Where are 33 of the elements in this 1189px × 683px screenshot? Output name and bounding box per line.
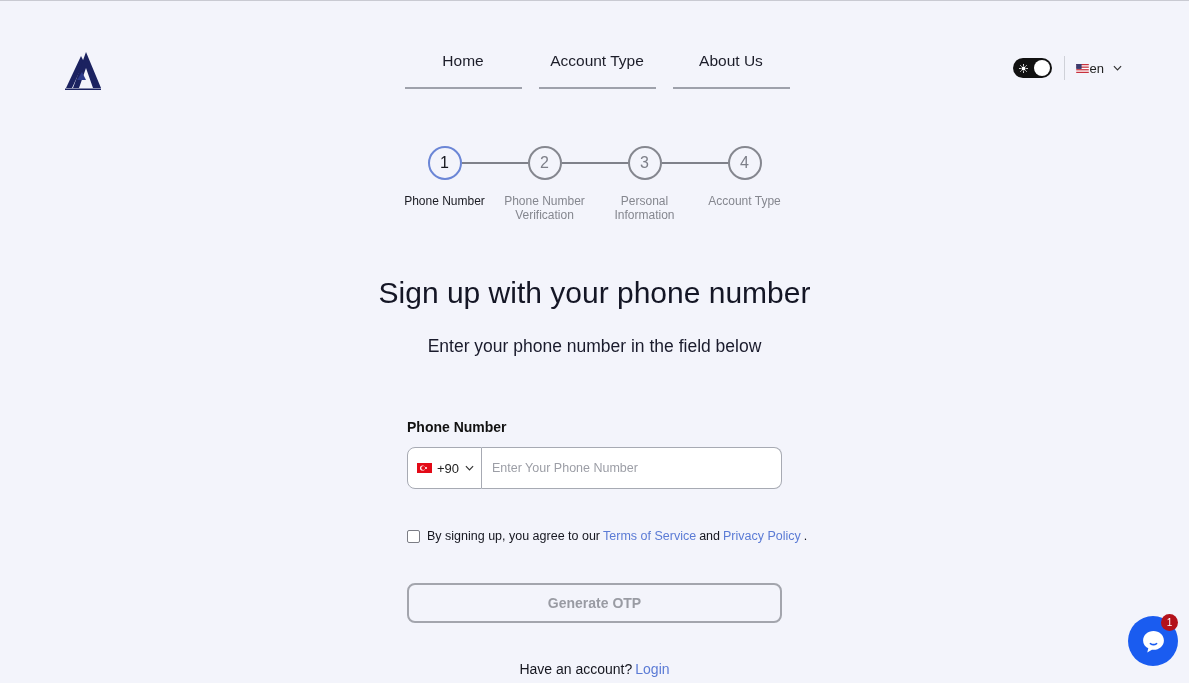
- step-circle: 3: [627, 146, 662, 180]
- nav-link[interactable]: Home: [404, 41, 522, 89]
- chevron-down-icon: [1113, 65, 1122, 71]
- field-label: Phone Number: [407, 419, 508, 436]
- page-subtitle: Enter your phone number in the field below: [427, 335, 762, 357]
- language-selector[interactable]: en: [1075, 60, 1122, 76]
- nav-link[interactable]: About Us: [672, 41, 790, 89]
- logo-icon: [64, 50, 102, 90]
- chevron-down-icon: [465, 465, 475, 471]
- theme-toggle[interactable]: [1012, 58, 1052, 78]
- step-label: Phone Number Verification: [503, 195, 586, 222]
- policy-link[interactable]: Terms of Service: [603, 529, 697, 543]
- step-circle: 4: [727, 146, 762, 180]
- step-label: Personal Information: [613, 195, 676, 222]
- chat-button[interactable]: [1128, 616, 1178, 666]
- nav-link[interactable]: Account Type: [538, 41, 656, 89]
- page-heading: Sign up with your phone number: [378, 275, 811, 311]
- phone-number-input[interactable]: Enter Your Phone Number: [482, 447, 782, 489]
- checkbox[interactable]: [407, 529, 420, 543]
- step-circle: 1: [427, 146, 462, 180]
- country-code-selector[interactable]: +90: [407, 447, 482, 489]
- flag-icon: [417, 463, 432, 473]
- chat-bubble-icon: [1140, 628, 1166, 654]
- step-circle: 2: [527, 146, 562, 180]
- consent-text: By signing up, you agree to our Terms of Service and Privacy Policy .: [427, 529, 808, 543]
- login-link[interactable]: Login: [635, 661, 670, 677]
- login-prompt: Have an account? Login: [518, 661, 671, 678]
- notification-badge: 1: [1161, 614, 1178, 631]
- step-label: Account Type: [707, 195, 782, 210]
- sun-icon: [1018, 63, 1028, 73]
- step-label: Phone Number: [403, 195, 486, 210]
- flag-icon: [1075, 63, 1089, 73]
- policy-link[interactable]: Privacy Policy: [723, 529, 801, 543]
